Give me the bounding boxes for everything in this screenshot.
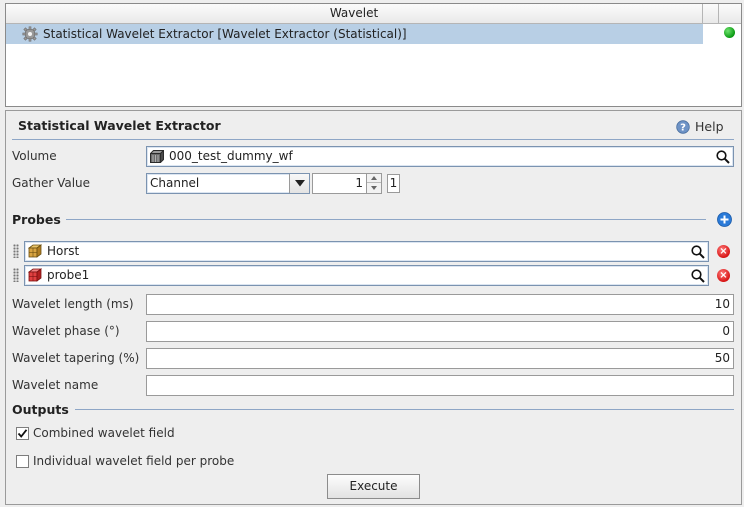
combined-wavelet-checkbox[interactable] xyxy=(16,427,29,440)
wavelet-phase-input[interactable]: 0 xyxy=(146,321,734,342)
gather-dropdown[interactable]: Channel xyxy=(146,173,310,194)
wavelet-name-input[interactable] xyxy=(146,375,734,396)
wavelet-tapering-label: Wavelet tapering (%) xyxy=(12,351,140,365)
wavelet-length-label: Wavelet length (ms) xyxy=(12,297,134,311)
gather-value-label: Gather Value xyxy=(12,176,91,190)
remove-probe-button[interactable]: × xyxy=(717,269,730,282)
volume-label: Volume xyxy=(12,149,57,163)
search-icon[interactable] xyxy=(691,245,705,259)
dropdown-button[interactable] xyxy=(289,174,309,193)
wavelet-length-value: 10 xyxy=(714,297,730,311)
search-icon[interactable] xyxy=(716,150,730,164)
row-label: Statistical Wavelet Extractor [Wavelet E… xyxy=(43,27,407,41)
wavelet-table: Wavelet Statistical Wavelet Extractor [W… xyxy=(5,3,742,107)
outputs-section-title: Outputs xyxy=(12,402,69,417)
gather-spinner-value: 1 xyxy=(355,176,363,190)
volume-field[interactable]: 000_test_dummy_wf xyxy=(146,146,734,167)
individual-wavelet-label: Individual wavelet field per probe xyxy=(33,454,235,468)
volume-icon xyxy=(150,150,164,163)
gather-spinner-input[interactable]: 1 xyxy=(312,173,367,194)
volume-value: 000_test_dummy_wf xyxy=(169,149,293,163)
gather-spinner xyxy=(366,173,382,194)
wavelet-phase-value: 0 xyxy=(722,324,730,338)
column-header-blank-1[interactable] xyxy=(703,4,719,23)
probe-name: Horst xyxy=(47,244,80,258)
column-header-blank-2[interactable] xyxy=(719,4,741,23)
wavelet-tapering-input[interactable]: 50 xyxy=(146,348,734,369)
probe-field-horst[interactable]: Horst xyxy=(24,241,709,262)
combined-wavelet-label: Combined wavelet field xyxy=(33,426,175,440)
cube-red-icon xyxy=(28,268,42,282)
add-probe-button[interactable] xyxy=(717,212,732,227)
checkmark-icon xyxy=(17,429,28,438)
individual-wavelet-checkbox[interactable] xyxy=(16,455,29,468)
cube-yellow-icon xyxy=(28,244,42,258)
probe-field-probe1[interactable]: probe1 xyxy=(24,265,709,286)
caret-up-icon xyxy=(371,176,377,180)
table-row[interactable]: Statistical Wavelet Extractor [Wavelet E… xyxy=(6,24,703,44)
status-indicator-icon xyxy=(724,27,735,38)
gather-max-value: 1 xyxy=(387,174,400,193)
spinner-down-button[interactable] xyxy=(367,184,381,193)
spinner-up-button[interactable] xyxy=(367,174,381,183)
help-icon: ? xyxy=(676,120,690,134)
chevron-down-icon xyxy=(295,180,305,187)
svg-text:?: ? xyxy=(680,123,686,134)
gather-dropdown-value: Channel xyxy=(150,176,200,190)
close-icon: × xyxy=(719,246,728,257)
search-icon[interactable] xyxy=(691,269,705,283)
title-divider xyxy=(12,139,734,140)
help-label: Help xyxy=(695,119,724,134)
wavelet-name-label: Wavelet name xyxy=(12,378,99,392)
wavelet-length-input[interactable]: 10 xyxy=(146,294,734,315)
probes-section-title: Probes xyxy=(12,212,61,227)
gear-icon xyxy=(22,26,38,42)
column-header-wavelet[interactable]: Wavelet xyxy=(6,4,703,23)
execute-button[interactable]: Execute xyxy=(327,474,420,499)
wavelet-tapering-value: 50 xyxy=(714,351,730,365)
wavelet-phase-label: Wavelet phase (°) xyxy=(12,324,120,338)
caret-down-icon xyxy=(371,186,377,190)
drag-handle-icon[interactable] xyxy=(13,244,19,258)
probe-name: probe1 xyxy=(47,268,90,282)
drag-handle-icon[interactable] xyxy=(13,268,19,282)
table-header: Wavelet xyxy=(6,4,741,24)
close-icon: × xyxy=(719,270,728,281)
outputs-divider xyxy=(75,409,734,410)
remove-probe-button[interactable]: × xyxy=(717,245,730,258)
panel-title: Statistical Wavelet Extractor xyxy=(18,118,221,133)
probes-divider xyxy=(66,219,706,220)
